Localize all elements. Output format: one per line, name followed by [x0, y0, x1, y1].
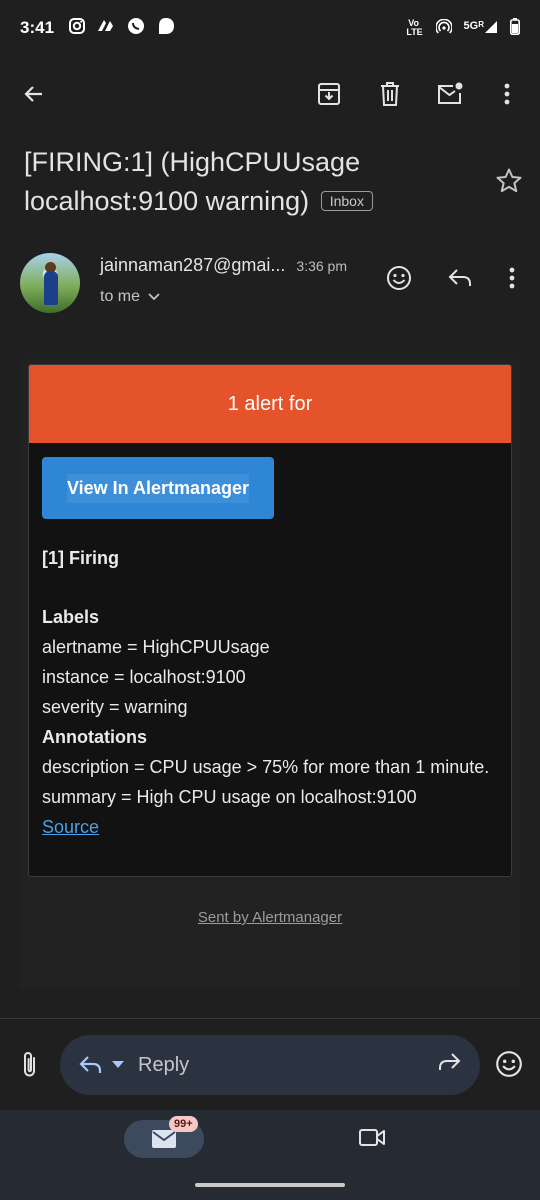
more-options-button[interactable] [485, 70, 529, 118]
volte-indicator: Vo LTE [406, 18, 423, 37]
reply-mode-dropdown-icon[interactable] [112, 1061, 124, 1069]
delete-icon [381, 82, 399, 106]
firing-title: [1] Firing [42, 548, 119, 568]
recipient-label: to me [100, 288, 141, 305]
sender-line: jainnaman287@gmai... 3:36 pm [100, 255, 380, 276]
reply-field[interactable]: Reply [60, 1035, 480, 1095]
sent-by-link[interactable]: Sent by Alertmanager [20, 909, 520, 926]
reply-placeholder: Reply [138, 1053, 190, 1076]
hotspot-icon [434, 18, 453, 38]
message-more-button[interactable] [496, 262, 528, 294]
bottom-navigation: 99+ [0, 1110, 540, 1200]
alert-details: [1] Firing Labels alertname = HighCPUUsa… [42, 548, 489, 842]
mark-unread-button[interactable] [428, 70, 472, 118]
paperclip-icon [24, 1052, 35, 1077]
signal-icon [484, 20, 498, 37]
mark-unread-icon [438, 82, 463, 104]
status-bar: 3:41 Vo LTE 5G R [0, 0, 540, 56]
annotation-summary: summary = High CPU usage on localhost:91… [42, 787, 417, 807]
emoji-icon [387, 266, 411, 290]
attach-button[interactable] [14, 1049, 46, 1081]
instagram-icon [68, 17, 86, 40]
network-type: 5G [463, 19, 479, 32]
email-body: 1 alert for View In Alertmanager [1] Fir… [20, 359, 520, 989]
mail-icon [152, 1130, 176, 1148]
inbox-label-badge[interactable]: Inbox [320, 191, 373, 211]
battery-icon [510, 18, 520, 38]
video-camera-icon [359, 1129, 385, 1146]
star-button[interactable] [494, 166, 526, 198]
reply-button[interactable] [444, 262, 476, 294]
alert-card: 1 alert for View In Alertmanager [1] Fir… [28, 364, 512, 877]
annotation-description: description = CPU usage > 75% for more t… [42, 757, 490, 777]
more-vert-icon [509, 267, 515, 289]
delete-button[interactable] [368, 70, 412, 118]
emoji-icon [496, 1051, 522, 1077]
meet-tab[interactable] [358, 1126, 390, 1154]
label-alertname: alertname = HighCPUUsage [42, 637, 270, 657]
reply-mode-icon[interactable] [78, 1055, 104, 1075]
forward-icon[interactable] [436, 1051, 462, 1078]
whatsapp-icon [126, 16, 146, 41]
email-time: 3:36 pm [296, 258, 347, 274]
label-severity: severity = warning [42, 697, 188, 717]
home-indicator[interactable] [195, 1183, 345, 1187]
emoji-button[interactable] [494, 1049, 526, 1081]
add-reaction-button[interactable] [383, 262, 415, 294]
star-icon [496, 168, 522, 193]
app-notification-icon [96, 17, 116, 40]
status-time: 3:41 [20, 18, 55, 37]
divider [0, 1018, 540, 1019]
subject-text: [FIRING:1] (HighCPUUsage localhost:9100 … [24, 147, 361, 216]
recipient-details-toggle[interactable]: to me [100, 288, 160, 306]
view-in-alertmanager-button[interactable]: View In Alertmanager [42, 457, 274, 519]
annotations-heading: Annotations [42, 727, 147, 747]
email-subject: [FIRING:1] (HighCPUUsage localhost:9100 … [24, 143, 484, 221]
sender-address[interactable]: jainnaman287@gmai... [100, 255, 285, 275]
chevron-down-icon [148, 293, 160, 301]
sender-avatar[interactable] [20, 253, 80, 313]
source-link[interactable]: Source [42, 812, 489, 842]
back-arrow-icon [24, 86, 42, 102]
reply-icon [448, 269, 471, 286]
email-toolbar [0, 70, 540, 118]
view-button-label: View In Alertmanager [66, 473, 250, 503]
archive-button[interactable] [307, 70, 351, 118]
chat-bubble-icon [156, 16, 176, 41]
alert-header: 1 alert for [29, 365, 511, 443]
label-instance: instance = localhost:9100 [42, 667, 246, 687]
archive-icon [318, 83, 340, 105]
labels-heading: Labels [42, 607, 100, 627]
more-vert-icon [504, 83, 510, 105]
reply-bar: Reply [0, 1034, 540, 1096]
back-button[interactable] [12, 70, 56, 118]
unread-count-badge: 99+ [169, 1116, 198, 1132]
